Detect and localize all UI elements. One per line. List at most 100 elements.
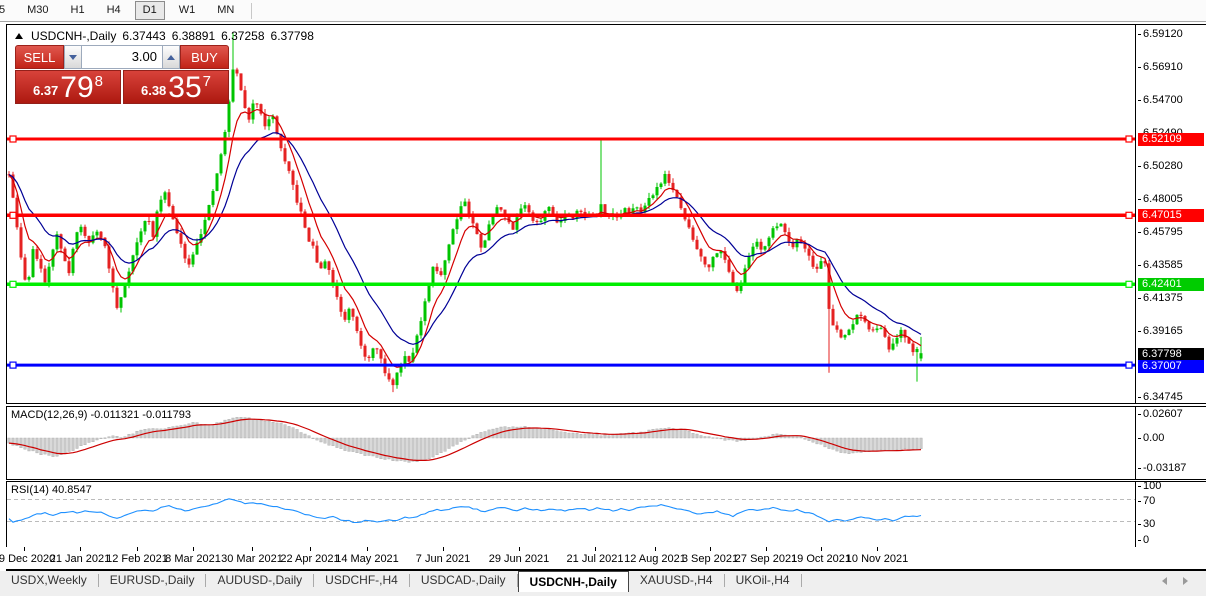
price-label: 6.52109 [1138,133,1204,146]
macd-axis-tick: 0.00 [1143,432,1164,444]
date-tick-mark [193,547,194,551]
price-label: 6.42401 [1138,278,1204,291]
sell-button[interactable]: SELL [15,45,64,69]
timeframe-button-mn[interactable]: MN [209,1,242,20]
volume-input[interactable]: 3.00 [82,45,162,69]
date-tick-mark [877,547,878,551]
price-tick: 6.56910 [1143,61,1183,73]
date-label[interactable]: 29 Jun 2021 [489,553,550,565]
date-tick-mark [80,547,81,551]
sell-price-display[interactable]: 6.37 79 8 [15,70,121,104]
macd-axis-tick: 0.02607 [1143,408,1183,420]
mt4-window: 5 M30 H1 H4 D1 W1 MN USDCNH-,Daily 6.37443 6.3… [0,0,1206,596]
date-tick-mark [519,547,520,551]
rsi-label: RSI(14) 40.8547 [11,484,92,496]
toolbar-separator [251,3,252,19]
date-tick-mark [710,547,711,551]
date-label[interactable]: 10 Nov 2021 [846,553,908,565]
rsi-axis: 10070300 [1135,482,1206,548]
date-tick-mark [443,547,444,551]
date-tick-mark [655,547,656,551]
macd-main-value: -0.011321 [90,409,139,421]
date-axis[interactable]: 29 Dec 202021 Jan 202112 Feb 20218 Mar 2… [6,547,1206,571]
macd-label: MACD(12,26,9) -0.011321 -0.011793 [11,409,191,421]
timeframe-button-m30[interactable]: M30 [19,1,56,20]
date-label[interactable]: 7 Jun 2021 [416,553,470,565]
price-label: 6.47015 [1138,209,1204,222]
tab-scroll-right-icon[interactable] [1183,577,1188,585]
volume-decrease-button[interactable] [64,45,82,69]
chart-tab-audusd-daily[interactable]: AUDUSD-,Daily [206,571,313,590]
volume-increase-button[interactable] [162,45,180,69]
date-tick-mark [24,547,25,551]
date-label[interactable]: 27 Sep 2021 [735,553,797,565]
date-tick-mark [252,547,253,551]
macd-axis: 0.026070.00-0.03187 [1135,407,1206,479]
price-tick: 6.48005 [1143,193,1183,205]
timeframe-toolbar: 5 M30 H1 H4 D1 W1 MN [0,0,1206,22]
sell-price-pip: 8 [95,73,103,90]
price-tick: 6.45795 [1143,226,1183,238]
ohlc-close: 6.37798 [271,29,314,43]
date-tick-mark [310,547,311,551]
price-tick: 6.41375 [1143,292,1183,304]
chart-tab-usdcad-daily[interactable]: USDCAD-,Daily [410,571,517,590]
date-label[interactable]: 30 Mar 2021 [221,553,283,565]
ohlc-open: 6.37443 [122,29,165,43]
date-label[interactable]: 21 Jul 2021 [567,553,624,565]
chevron-up-icon [167,55,175,60]
price-tick: 6.43585 [1143,259,1183,271]
chevron-down-icon [69,55,77,60]
rsi-axis-tick: 70 [1143,495,1155,507]
date-label[interactable]: 12 Feb 2021 [106,553,168,565]
buy-price-pip: 7 [203,73,211,90]
date-tick-mark [766,547,767,551]
buy-price-display[interactable]: 6.38 35 7 [123,70,229,104]
date-label[interactable]: 3 Sep 2021 [682,553,738,565]
rsi-plot [7,482,1135,546]
chart-tab-eurusd-daily[interactable]: EURUSD-,Daily [99,571,206,590]
chart-tab-bar: USDX,WeeklyEURUSD-,DailyAUDUSD-,DailyUSD… [0,571,1206,596]
price-axis[interactable]: 6.591206.569106.547006.524906.502806.480… [1135,25,1206,403]
chart-tab-ukoil-h4[interactable]: UKOil-,H4 [725,571,801,590]
timeframe-button-w1[interactable]: W1 [171,1,204,20]
price-tick: 6.34745 [1143,391,1183,403]
tab-separator [801,574,802,587]
chart-tab-usdchf-h4[interactable]: USDCHF-,H4 [314,571,409,590]
trade-panel-collapse-icon[interactable] [15,33,23,39]
date-label[interactable]: 14 May 2021 [335,553,399,565]
rsi-axis-tick: 30 [1143,518,1155,530]
date-label[interactable]: 8 Mar 2021 [165,553,221,565]
main-chart-panel[interactable]: USDCNH-,Daily 6.37443 6.38891 6.37258 6.… [6,24,1206,404]
price-tick: 6.50280 [1143,160,1183,172]
chart-symbol-period: USDCNH-,Daily [31,29,116,43]
date-label[interactable]: 22 Apr 2021 [280,553,339,565]
sell-price-big: 79 [60,74,93,102]
chart-tab-usdx-weekly[interactable]: USDX,Weekly [0,571,98,590]
price-tick: 6.39165 [1143,325,1183,337]
date-label[interactable]: 21 Jan 2021 [50,553,111,565]
macd-panel[interactable]: MACD(12,26,9) -0.011321 -0.011793 0.0260… [6,406,1206,480]
rsi-value: 40.8547 [52,484,92,496]
date-tick-mark [821,547,822,551]
ohlc-low: 6.37258 [221,29,264,43]
rsi-axis-tick: 100 [1143,480,1161,492]
rsi-panel[interactable]: RSI(14) 40.8547 10070300 [6,481,1206,549]
date-label[interactable]: 19 Oct 2021 [791,553,851,565]
date-label[interactable]: 12 Aug 2021 [624,553,686,565]
timeframe-button-d1[interactable]: D1 [135,1,165,20]
one-click-trade-widget: SELL 3.00 BUY 6.37 79 8 6.38 35 7 [15,45,229,104]
timeframe-button-h4[interactable]: H4 [99,1,129,20]
macd-signal-value: -0.011793 [142,409,191,421]
timeframe-button-5[interactable]: 5 [0,1,13,20]
chart-tab-xauusd-h4[interactable]: XAUUSD-,H4 [629,571,724,590]
date-tick-mark [367,547,368,551]
price-label: 6.37007 [1138,360,1204,373]
timeframe-button-h1[interactable]: H1 [63,1,93,20]
tab-scroll-left-icon[interactable] [1162,577,1167,585]
price-tick: 6.59120 [1143,28,1183,40]
buy-price-big: 35 [168,74,201,102]
buy-button[interactable]: BUY [180,45,229,69]
date-label[interactable]: 29 Dec 2020 [0,553,55,565]
chart-tab-usdcnh-daily[interactable]: USDCNH-,Daily [518,571,629,592]
